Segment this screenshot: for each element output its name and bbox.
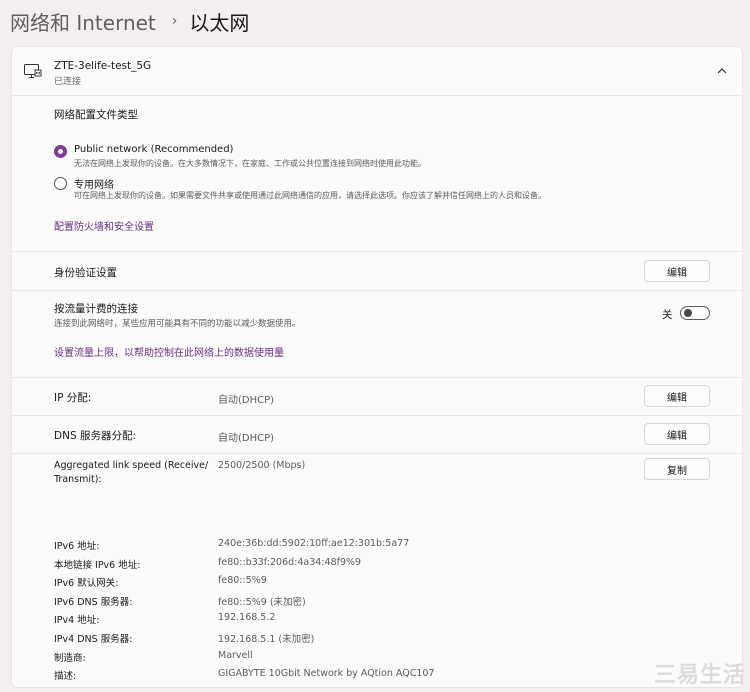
ip-assignment-value: 自动(DHCP) bbox=[218, 395, 275, 406]
property-value: fe80::b33f:206d:4a34:48f9%9 bbox=[218, 556, 362, 568]
ip-assignment-label: IP 分配: bbox=[54, 392, 92, 404]
property-key: IPv4 DNS 服务器: bbox=[54, 634, 133, 645]
breadcrumb-parent[interactable]: 网络和 Internet bbox=[10, 7, 156, 36]
copy-button[interactable]: 复制 bbox=[644, 458, 710, 480]
property-row: 描述: GIGABYTE 10Gbit Network by AQtion AQC… bbox=[12, 668, 742, 686]
property-key: 制造商: bbox=[54, 652, 86, 664]
property-key: 驱动程序版本: bbox=[54, 687, 114, 688]
property-key: IPv6 默认网关: bbox=[54, 578, 119, 590]
property-row: IPv4 DNS 服务器: 192.168.5.1 (未加密) bbox=[12, 631, 742, 649]
ethernet-details-card: ZTE-3elife-test_5G 已连接 网络配置文件类型 Public n… bbox=[11, 46, 743, 688]
metered-connection-description: 连接到此网络时，某些应用可能具有不同的功能以减少数据使用。 bbox=[54, 319, 301, 329]
public-network-radio[interactable] bbox=[54, 145, 67, 158]
connection-status: 已连接 bbox=[54, 77, 82, 87]
property-value: Marvell bbox=[218, 649, 253, 661]
auth-settings-section: 身份验证设置 编辑 bbox=[12, 252, 742, 291]
private-network-radio[interactable] bbox=[54, 177, 67, 190]
property-row: IPv4 地址: 192.168.5.2 bbox=[12, 612, 742, 630]
link-speed-label-continued: Transmit): bbox=[54, 474, 102, 485]
property-row: IPv6 地址: 240e:36b:dd:5902:10ff:ae12:301b:… bbox=[12, 538, 742, 556]
dns-edit-button[interactable]: 编辑 bbox=[644, 423, 710, 445]
breadcrumb: 网络和 Internet › 以太网 bbox=[10, 6, 249, 36]
chevron-up-icon[interactable] bbox=[714, 63, 730, 79]
profile-heading: 网络配置文件类型 bbox=[54, 109, 138, 121]
property-value: GIGABYTE 10Gbit Network by AQtion AQC107 bbox=[218, 668, 435, 680]
private-network-title: 专用网络 bbox=[74, 180, 114, 191]
property-value: 192.168.5.2 bbox=[218, 612, 276, 624]
property-key: IPv6 地址: bbox=[54, 541, 100, 552]
breadcrumb-separator: › bbox=[171, 13, 178, 29]
firewall-settings-link[interactable]: 配置防火墙和安全设置 bbox=[54, 218, 154, 233]
property-row: 驱动程序版本: 3.1.7.0 bbox=[12, 687, 742, 688]
property-value: 3.1.7.0 bbox=[218, 687, 251, 688]
metered-toggle-state: 关 bbox=[662, 309, 673, 321]
property-key: IPv4 地址: bbox=[54, 615, 100, 627]
public-network-title: Public network (Recommended) bbox=[74, 144, 234, 155]
property-row: 本地链接 IPv6 地址: fe80::b33f:206d:4a34:48f9%9 bbox=[12, 557, 742, 575]
property-value: 192.168.5.1 (未加密) bbox=[218, 634, 315, 645]
property-key: 描述: bbox=[54, 671, 77, 683]
watermark: 三易生活 bbox=[654, 663, 747, 688]
ip-edit-button[interactable]: 编辑 bbox=[644, 385, 710, 407]
metered-connection-label: 按流量计费的连接 bbox=[54, 303, 138, 315]
toggle-knob bbox=[684, 309, 692, 317]
property-value: fe80::5%9 (未加密) bbox=[218, 596, 306, 608]
metered-connection-section: 按流量计费的连接 连接到此网络时，某些应用可能具有不同的功能以减少数据使用。 关… bbox=[12, 291, 742, 378]
private-network-description: 可在网络上发现你的设备。如果需要文件共享或使用通过此网络通信的应用，请选择此选项… bbox=[74, 191, 546, 200]
properties-section: Aggregated link speed (Receive/ Transmit… bbox=[12, 454, 742, 687]
public-network-description: 无法在网络上发现你的设备。在大多数情况下，在家庭、工作或公共位置连接到网络时使用… bbox=[74, 159, 426, 168]
ip-assignment-section: IP 分配: 自动(DHCP) 编辑 bbox=[12, 378, 742, 416]
auth-edit-button[interactable]: 编辑 bbox=[644, 260, 710, 282]
property-row: IPv6 DNS 服务器: fe80::5%9 (未加密) bbox=[12, 594, 742, 612]
metered-connection-toggle[interactable] bbox=[680, 306, 710, 320]
page-title: 以太网 bbox=[189, 10, 250, 35]
link-speed-label: Aggregated link speed (Receive/ bbox=[54, 460, 209, 471]
property-key: 本地链接 IPv6 地址: bbox=[54, 559, 141, 571]
network-name: ZTE-3elife-test_5G bbox=[54, 60, 152, 72]
dns-assignment-section: DNS 服务器分配: 自动(DHCP) 编辑 bbox=[12, 416, 742, 454]
link-speed-value: 2500/2500 (Mbps) bbox=[218, 460, 306, 471]
property-key: IPv6 DNS 服务器: bbox=[54, 596, 133, 608]
property-value: fe80::5%9 bbox=[218, 575, 267, 587]
property-row: 制造商: Marvell bbox=[12, 650, 742, 668]
ethernet-monitor-icon bbox=[24, 64, 42, 80]
dns-assignment-value: 自动(DHCP) bbox=[218, 433, 275, 444]
data-limit-link[interactable]: 设置流量上限，以帮助控制在此网络上的数据使用量 bbox=[54, 344, 284, 359]
property-row: IPv6 默认网关: fe80::5%9 bbox=[12, 575, 742, 593]
property-value: 240e:36b:dd:5902:10ff:ae12:301b:5a77 bbox=[218, 538, 410, 549]
network-header[interactable]: ZTE-3elife-test_5G 已连接 bbox=[12, 47, 742, 96]
dns-assignment-label: DNS 服务器分配: bbox=[54, 430, 136, 442]
network-profile-section: 网络配置文件类型 Public network (Recommended) 无法… bbox=[12, 96, 742, 252]
auth-settings-label: 身份验证设置 bbox=[54, 267, 117, 279]
